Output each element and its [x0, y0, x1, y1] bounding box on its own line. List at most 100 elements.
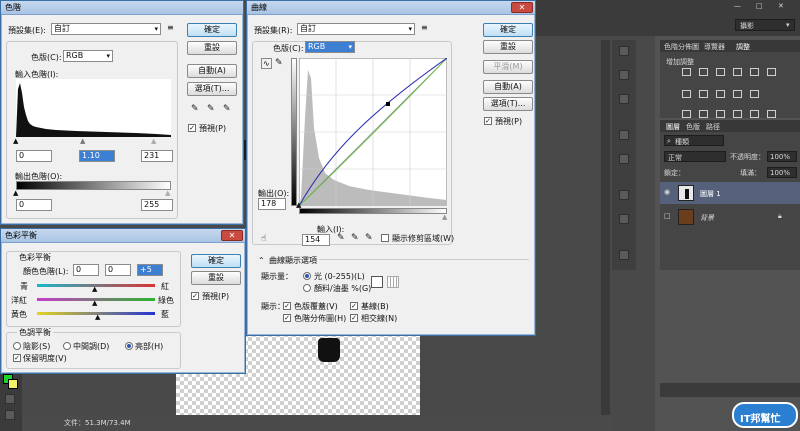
white-eyedropper-icon[interactable]: ✎: [223, 104, 231, 114]
close-icon[interactable]: ✕: [778, 2, 784, 10]
curve-pencil-icon[interactable]: ✎: [275, 58, 283, 68]
curves-input-field[interactable]: 154: [302, 234, 330, 246]
curve-point-tool-icon[interactable]: ∿: [261, 58, 272, 69]
adjustment-icon-17[interactable]: [767, 110, 776, 118]
curves-reset-button[interactable]: 重設: [483, 40, 533, 54]
levels-auto-button[interactable]: 自動(A): [187, 64, 237, 78]
adjustment-icon-8[interactable]: [699, 90, 708, 98]
adjustment-icon-6[interactable]: [767, 68, 776, 76]
color-balance-preview-checkbox[interactable]: ✓: [191, 292, 199, 300]
curves-output-field[interactable]: 178: [258, 198, 286, 210]
black-eyedropper-icon[interactable]: ✎: [191, 104, 199, 114]
color-balance-reset-button[interactable]: 重設: [191, 271, 241, 285]
curves-ok-button[interactable]: 確定: [483, 23, 533, 37]
fill-field[interactable]: 100%: [767, 167, 797, 178]
adjustment-icon-13[interactable]: [699, 110, 708, 118]
panel-icon-1[interactable]: [619, 46, 629, 56]
curves-auto-button[interactable]: 自動(A): [483, 80, 533, 94]
curves-preset-select[interactable]: 自訂 ▾: [297, 23, 415, 35]
color-balance-ok-button[interactable]: 確定: [191, 254, 241, 268]
input-white-field[interactable]: 231: [141, 150, 173, 162]
curves-channel-select[interactable]: RGB ▾: [305, 41, 355, 53]
gamma-handle[interactable]: ▲: [80, 137, 85, 145]
color-level-magenta-green[interactable]: 0: [105, 264, 131, 276]
adjustment-icon-5[interactable]: [750, 68, 759, 76]
panel-icon-6[interactable]: [619, 190, 629, 200]
layer-name-bg[interactable]: 背景: [700, 213, 714, 223]
preset-menu-icon[interactable]: ≡: [167, 23, 174, 32]
output-white-field[interactable]: 255: [141, 199, 173, 211]
output-black-handle[interactable]: ▲: [13, 189, 18, 197]
adjustment-icon-9[interactable]: [716, 90, 725, 98]
tone-highlights-radio[interactable]: [125, 342, 133, 350]
adjustment-icon-11[interactable]: [750, 90, 759, 98]
screen-mode-icon[interactable]: [5, 410, 15, 420]
curves-options-button[interactable]: 選項(T)...: [483, 97, 533, 111]
panel-icon-2[interactable]: [619, 70, 629, 80]
tone-shadows-radio[interactable]: [13, 342, 21, 350]
input-gamma-field[interactable]: 1.10: [79, 150, 115, 162]
baseline-checkbox[interactable]: ✓: [350, 302, 358, 310]
panel-icon-5[interactable]: [619, 154, 629, 164]
adjustment-icon-14[interactable]: [716, 110, 725, 118]
adjustment-icon-4[interactable]: [733, 68, 742, 76]
color-level-yellow-blue[interactable]: +5: [137, 264, 163, 276]
black-point-handle[interactable]: ▲: [13, 137, 18, 145]
blend-mode-select[interactable]: 正常: [664, 151, 726, 162]
canvas-scroll-right[interactable]: [601, 40, 610, 415]
maximize-icon[interactable]: □: [756, 2, 763, 10]
yellow-blue-handle[interactable]: ▲: [95, 313, 100, 321]
gray-eyedropper-icon[interactable]: ✎: [207, 104, 215, 114]
panel-icon-4[interactable]: [619, 130, 629, 140]
tab-adjustments[interactable]: 調整: [736, 42, 750, 52]
background-color-swatch[interactable]: [8, 379, 18, 389]
levels-reset-button[interactable]: 重設: [187, 41, 237, 55]
close-icon[interactable]: ✕: [221, 230, 243, 241]
curves-preview-checkbox[interactable]: ✓: [484, 117, 492, 125]
adjustment-icon-12[interactable]: [682, 110, 691, 118]
detailed-grid-icon[interactable]: [387, 276, 399, 288]
color-balance-title-bar[interactable]: 色彩平衡 ✕: [1, 229, 245, 243]
output-white-handle[interactable]: ▲: [165, 189, 170, 197]
layer-name[interactable]: 圖層 1: [700, 189, 721, 199]
adjustment-icon-15[interactable]: [733, 110, 742, 118]
adjustment-icon-2[interactable]: [699, 68, 708, 76]
adjustment-icon-1[interactable]: [682, 68, 691, 76]
preserve-luminosity-checkbox[interactable]: ✓: [13, 354, 21, 362]
tab-paths[interactable]: 路徑: [706, 122, 720, 132]
target-adjust-icon[interactable]: ☝: [261, 234, 266, 244]
tab-layers[interactable]: 圖層: [666, 122, 680, 132]
curves-white-handle[interactable]: ▲: [442, 213, 447, 221]
levels-channel-select[interactable]: RGB ▾: [63, 50, 113, 62]
curves-black-eyedropper-icon[interactable]: ✎: [337, 233, 345, 243]
quick-mask-icon[interactable]: [5, 394, 15, 404]
tab-channels[interactable]: 色版: [686, 122, 700, 132]
output-black-field[interactable]: 0: [16, 199, 52, 211]
visibility-toggle[interactable]: □: [664, 212, 671, 220]
layer-row-1[interactable]: ◉ 圖層 1: [660, 182, 800, 204]
panel-icon-8[interactable]: [619, 250, 629, 260]
curves-smooth-button[interactable]: 平滑(M): [483, 60, 533, 74]
light-radio[interactable]: [303, 272, 311, 280]
adjustment-icon-3[interactable]: [716, 68, 725, 76]
minimize-icon[interactable]: —: [734, 2, 741, 10]
input-black-field[interactable]: 0: [16, 150, 52, 162]
levels-options-button[interactable]: 選項(T)...: [187, 82, 237, 96]
levels-title-bar[interactable]: 色階: [1, 1, 243, 15]
adjustment-icon-16[interactable]: [750, 110, 759, 118]
curves-preset-menu-icon[interactable]: ≡: [421, 23, 428, 32]
histogram-checkbox[interactable]: ✓: [283, 314, 291, 322]
tab-navigator[interactable]: 導覽器: [704, 42, 725, 52]
levels-preset-select[interactable]: 自訂 ▾: [51, 23, 161, 35]
levels-ok-button[interactable]: 確定: [187, 23, 237, 37]
channel-overlays-checkbox[interactable]: ✓: [283, 302, 291, 310]
curves-gray-eyedropper-icon[interactable]: ✎: [351, 233, 359, 243]
show-clipping-checkbox[interactable]: [381, 234, 389, 242]
curves-black-handle[interactable]: ▲: [296, 201, 301, 209]
simple-grid-icon[interactable]: [371, 276, 383, 288]
tone-midtones-radio[interactable]: [63, 342, 71, 350]
adjustment-icon-7[interactable]: [682, 90, 691, 98]
intersection-checkbox[interactable]: ✓: [350, 314, 358, 322]
curves-white-eyedropper-icon[interactable]: ✎: [365, 233, 373, 243]
tab-histogram[interactable]: 色階分佈圖: [664, 42, 699, 52]
